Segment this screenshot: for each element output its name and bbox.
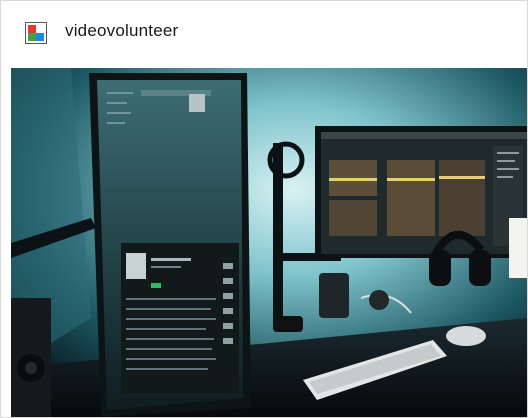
title-bar: videovolunteer <box>1 1 527 67</box>
app-window: videovolunteer <box>0 0 528 418</box>
app-logo-icon <box>25 22 47 44</box>
desk-setup-photo <box>11 68 527 417</box>
window-title: videovolunteer <box>65 21 179 40</box>
